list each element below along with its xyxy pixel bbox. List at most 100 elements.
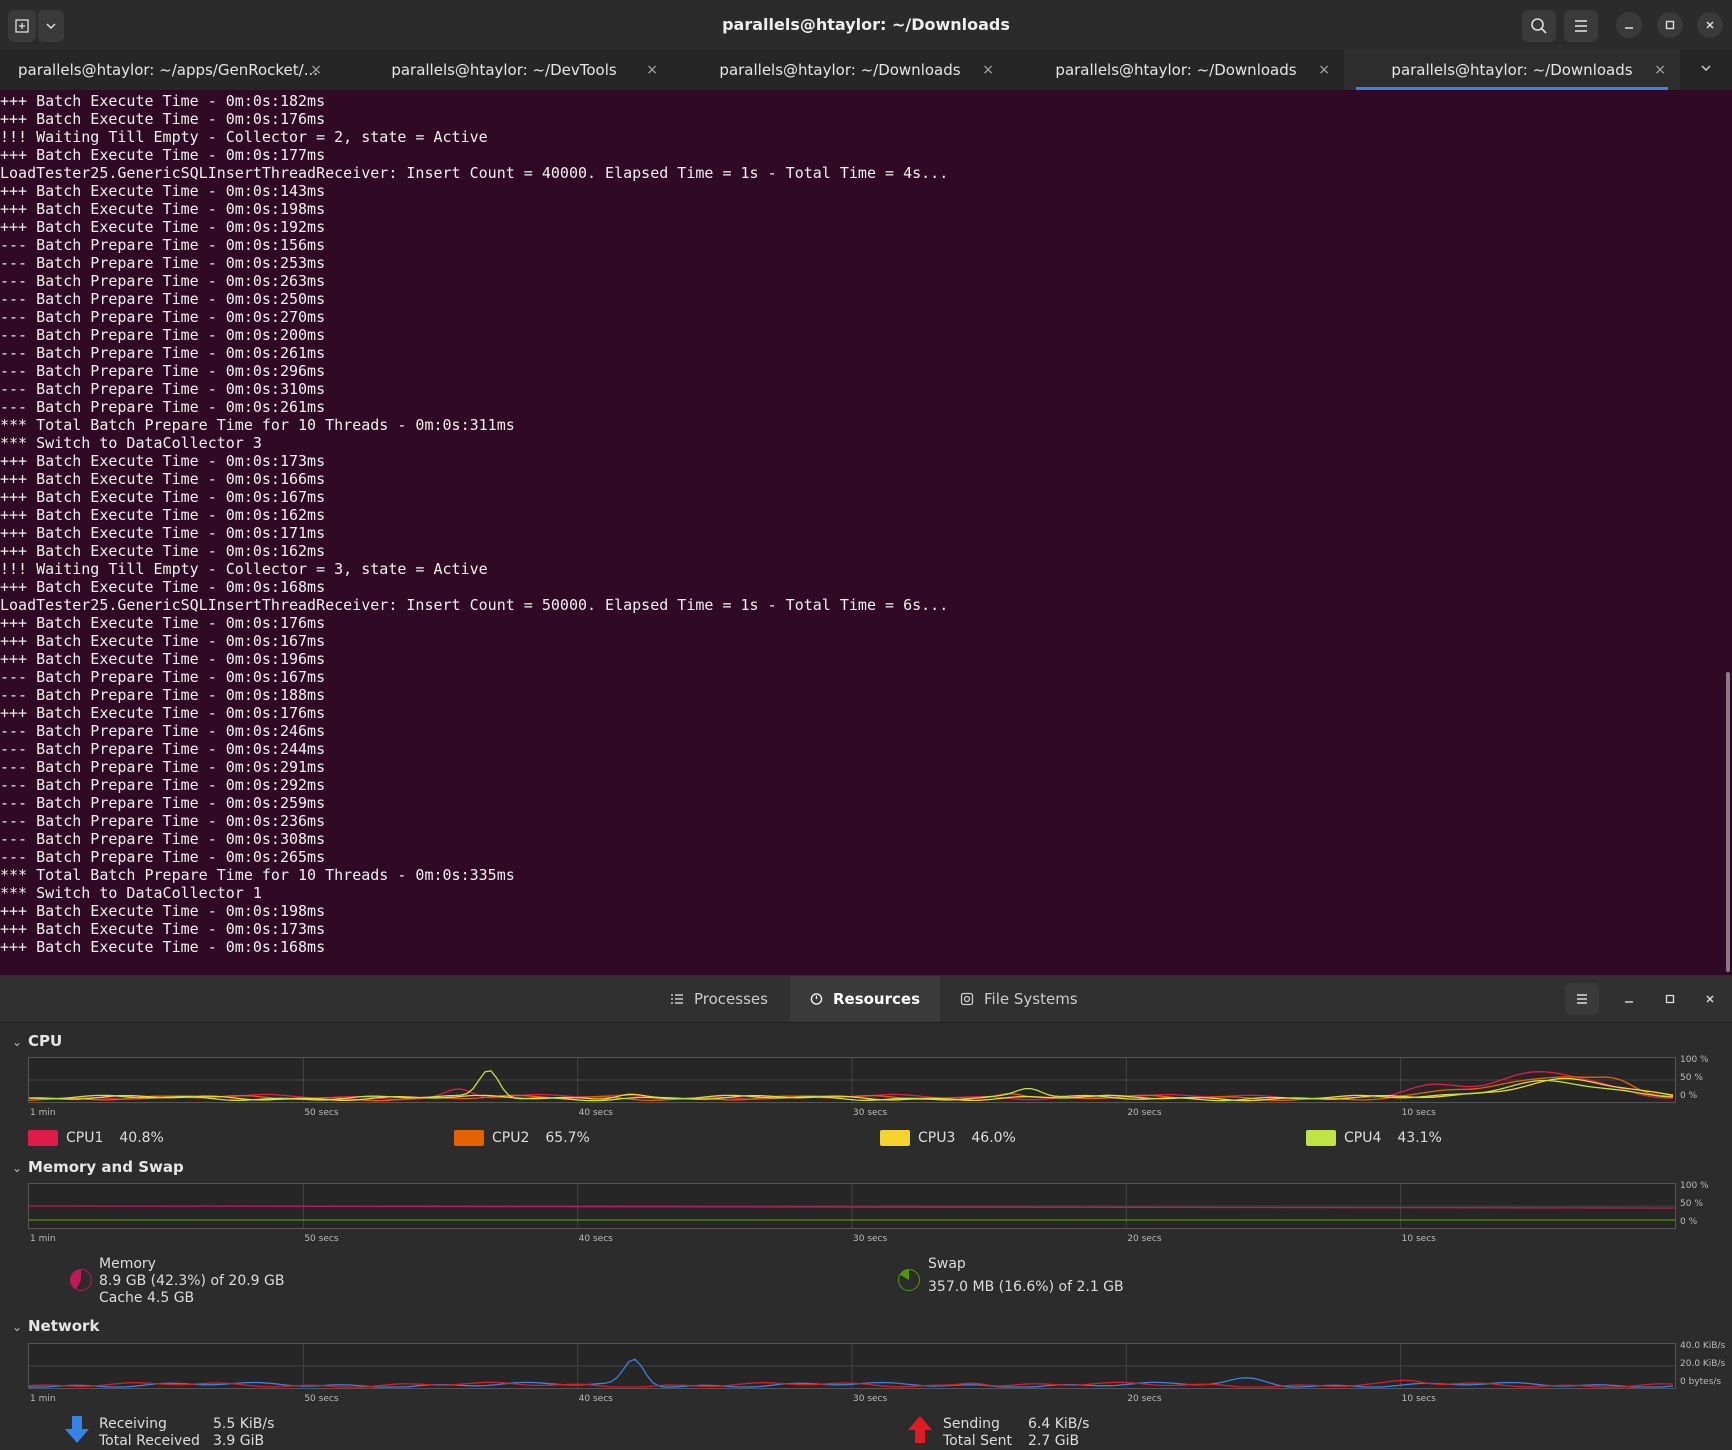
network-x-tick-label: 1 min	[30, 1394, 56, 1404]
title-bar: parallels@htaylor: ~/Downloads	[0, 0, 1732, 50]
memory-section-title: Memory and Swap	[28, 1158, 184, 1176]
terminal-line: --- Batch Prepare Time - 0m:0s:236ms	[0, 812, 326, 830]
tab-downloads-3[interactable]: parallels@htaylor: ~/Downloads ×	[1344, 50, 1680, 90]
cpu-y-tick-label: 100 %	[1680, 1055, 1709, 1065]
sysmon-minimize-button[interactable]	[1617, 987, 1641, 1011]
cpu-x-tick-label: 30 secs	[853, 1108, 888, 1118]
minimize-icon	[1625, 27, 1633, 29]
cpu-percent: 46.0%	[971, 1130, 1016, 1146]
tab-genrocket[interactable]: parallels@htaylor: ~/apps/GenRocket/... ×	[0, 50, 336, 90]
total-received-label: Total Received	[99, 1433, 200, 1449]
network-x-tick-label: 10 secs	[1401, 1394, 1436, 1404]
receiving-info: Receiving Total Received	[99, 1416, 200, 1450]
cpu-section-toggle[interactable]: ⌄ CPU	[12, 1032, 62, 1050]
tab-close-icon[interactable]: ×	[1318, 50, 1330, 90]
memory-section-toggle[interactable]: ⌄ Memory and Swap	[12, 1158, 184, 1176]
terminal-line: +++ Batch Execute Time - 0m:0s:168ms	[0, 938, 326, 956]
sending-arrow-icon	[908, 1416, 932, 1443]
memory-x-tick-label: 30 secs	[853, 1234, 888, 1244]
minimize-button[interactable]	[1616, 12, 1642, 38]
terminal-line: +++ Batch Execute Time - 0m:0s:176ms	[0, 614, 326, 632]
search-button[interactable]	[1522, 10, 1556, 42]
sysmon-maximize-button[interactable]	[1658, 987, 1682, 1011]
cpu-color-swatch[interactable]	[880, 1130, 910, 1146]
memory-y-tick-label: 0 %	[1680, 1217, 1698, 1227]
terminal-scrollbar[interactable]	[1726, 672, 1730, 972]
tabs-overflow-button[interactable]	[1680, 50, 1732, 90]
tab-downloads-1[interactable]: parallels@htaylor: ~/Downloads ×	[672, 50, 1008, 90]
terminal-line: +++ Batch Execute Time - 0m:0s:192ms	[0, 218, 326, 236]
tab-close-icon[interactable]: ×	[982, 50, 994, 90]
tab-processes[interactable]: Processes	[650, 976, 790, 1022]
tab-devtools[interactable]: parallels@htaylor: ~/DevTools ×	[336, 50, 672, 90]
hamburger-icon	[1577, 994, 1587, 1004]
tab-label: parallels@htaylor: ~/DevTools	[391, 61, 617, 79]
cpu-color-swatch[interactable]	[1306, 1130, 1336, 1146]
cpu-name: CPU2	[492, 1130, 530, 1146]
search-icon	[1531, 18, 1547, 34]
tab-close-icon[interactable]: ×	[1654, 50, 1666, 90]
cpu-x-tick-label: 1 min	[30, 1108, 56, 1118]
cpu-name: CPU3	[918, 1130, 956, 1146]
tab-close-icon[interactable]: ×	[310, 50, 322, 90]
tab-menu-button[interactable]	[38, 10, 64, 42]
cpu-percent: 65.7%	[545, 1130, 590, 1146]
cpu-history-graph	[28, 1057, 1676, 1103]
hamburger-menu-button[interactable]	[1564, 10, 1598, 42]
terminal-line: LoadTester25.GenericSQLInsertThreadRecei…	[0, 164, 949, 182]
receiving-values: 5.5 KiB/s 3.9 GiB	[213, 1416, 274, 1450]
sysmon-menu-button[interactable]	[1565, 983, 1599, 1015]
cpu-legend-item-2[interactable]: CPU2 65.7%	[454, 1128, 590, 1148]
close-window-button[interactable]	[1697, 12, 1723, 38]
new-tab-button[interactable]	[8, 10, 36, 42]
memory-value: 8.9 GB (42.3%) of 20.9 GB	[99, 1273, 285, 1289]
cpu-x-tick-label: 10 secs	[1401, 1108, 1436, 1118]
network-section-toggle[interactable]: ⌄ Network	[12, 1317, 99, 1335]
swap-value: 357.0 MB (16.6%) of 2.1 GB	[928, 1279, 1124, 1295]
cpu-color-swatch[interactable]	[454, 1130, 484, 1146]
network-graph-plot	[29, 1344, 1675, 1388]
terminal-window: parallels@htaylor: ~/Downloads parallels…	[0, 0, 1732, 975]
system-monitor-header: Processes Resources File Systems	[0, 976, 1732, 1023]
gauge-icon	[810, 993, 823, 1005]
tab-label: parallels@htaylor: ~/Downloads	[719, 61, 961, 79]
network-x-axis: 1 min 50 secs 40 secs 30 secs 20 secs 10 secs	[28, 1394, 1674, 1408]
close-icon	[1706, 21, 1714, 29]
tab-resources[interactable]: Resources	[790, 976, 940, 1022]
cpu-name: CPU1	[66, 1130, 104, 1146]
cpu-section-title: CPU	[28, 1032, 63, 1050]
tab-file-systems[interactable]: File Systems	[940, 976, 1100, 1022]
terminal-line: +++ Batch Execute Time - 0m:0s:198ms	[0, 902, 326, 920]
tab-downloads-2[interactable]: parallels@htaylor: ~/Downloads ×	[1008, 50, 1344, 90]
memory-y-tick-label: 50 %	[1680, 1199, 1703, 1209]
terminal-line: +++ Batch Execute Time - 0m:0s:171ms	[0, 524, 326, 542]
cpu-legend-item-1[interactable]: CPU1 40.8%	[28, 1128, 164, 1148]
terminal-line: --- Batch Prepare Time - 0m:0s:188ms	[0, 686, 326, 704]
cpu-legend-item-3[interactable]: CPU3 46.0%	[880, 1128, 1016, 1148]
sysmon-close-button[interactable]	[1698, 987, 1722, 1011]
chevron-down-icon: ⌄	[12, 1320, 23, 1334]
terminal-line: +++ Batch Execute Time - 0m:0s:176ms	[0, 110, 326, 128]
terminal-line: *** Switch to DataCollector 3	[0, 434, 262, 452]
terminal-line: --- Batch Prepare Time - 0m:0s:263ms	[0, 272, 326, 290]
memory-x-tick-label: 1 min	[30, 1234, 56, 1244]
cpu-y-axis: 100 % 50 % 0 %	[1680, 1055, 1730, 1103]
swap-usage-pie-icon[interactable]	[898, 1269, 920, 1291]
terminal-line: *** Total Batch Prepare Time for 10 Thre…	[0, 416, 515, 434]
memory-usage-pie-icon[interactable]	[70, 1269, 92, 1291]
maximize-icon	[1665, 20, 1675, 30]
total-received-value: 3.9 GiB	[213, 1433, 265, 1449]
memory-y-tick-label: 100 %	[1680, 1181, 1709, 1191]
terminal-line: +++ Batch Execute Time - 0m:0s:176ms	[0, 704, 326, 722]
cpu-legend-item-4[interactable]: CPU4 43.1%	[1306, 1128, 1442, 1148]
minimize-icon	[1625, 1001, 1633, 1003]
tab-close-icon[interactable]: ×	[646, 50, 658, 90]
terminal-line: +++ Batch Execute Time - 0m:0s:198ms	[0, 200, 326, 218]
sending-values: 6.4 KiB/s 2.7 GiB	[1028, 1416, 1089, 1450]
tab-label: parallels@htaylor: ~/apps/GenRocket/...	[17, 61, 319, 79]
maximize-button[interactable]	[1657, 12, 1683, 38]
cpu-color-swatch[interactable]	[28, 1130, 58, 1146]
memory-x-tick-label: 40 secs	[578, 1234, 613, 1244]
terminal-output[interactable]: +++ Batch Execute Time - 0m:0s:182ms +++ …	[0, 92, 1720, 972]
memory-y-axis: 100 % 50 % 0 %	[1680, 1181, 1730, 1229]
